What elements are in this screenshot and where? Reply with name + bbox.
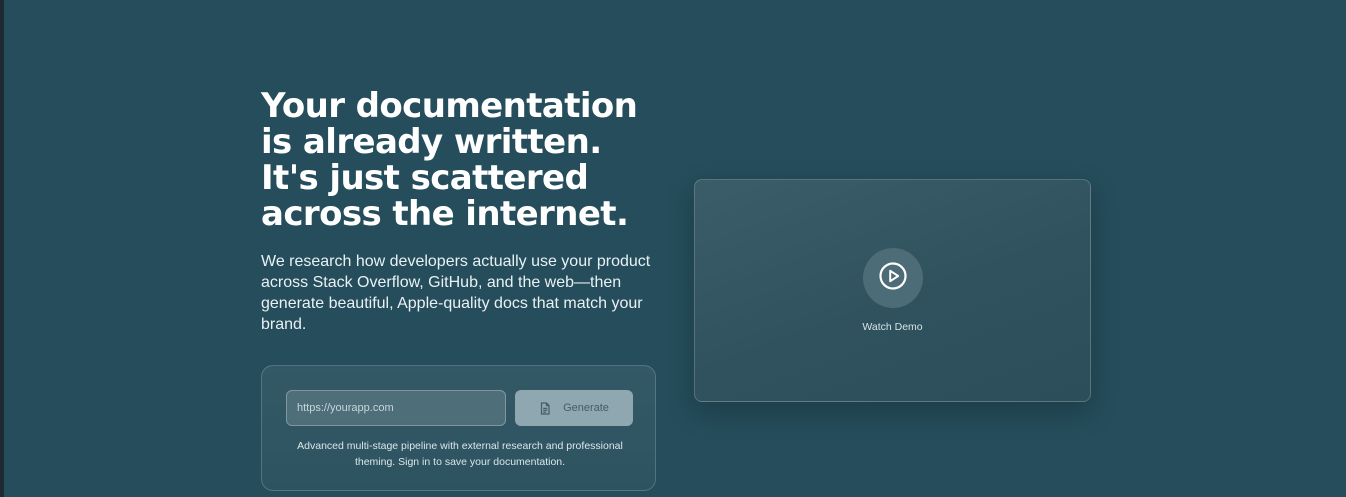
docs-generator-card: Generate Advanced multi-stage pipeline w…: [261, 365, 656, 491]
hero-section: Your documentation is already written. I…: [261, 88, 681, 335]
hero-subheadline: We research how developers actually use …: [261, 253, 651, 333]
demo-video-panel[interactable]: Watch Demo: [694, 179, 1091, 402]
generate-button-label: Generate: [563, 402, 609, 414]
play-button[interactable]: [863, 248, 923, 308]
website-url-input[interactable]: [286, 390, 506, 426]
window-edge: [0, 0, 4, 497]
watch-demo-label: Watch Demo: [862, 321, 923, 333]
play-icon: [878, 261, 908, 296]
generator-note: Advanced multi-stage pipeline with exter…: [297, 440, 623, 468]
generate-button[interactable]: Generate: [515, 390, 633, 426]
hero-headline: Your documentation is already written. I…: [261, 86, 638, 234]
document-icon: [539, 401, 551, 415]
